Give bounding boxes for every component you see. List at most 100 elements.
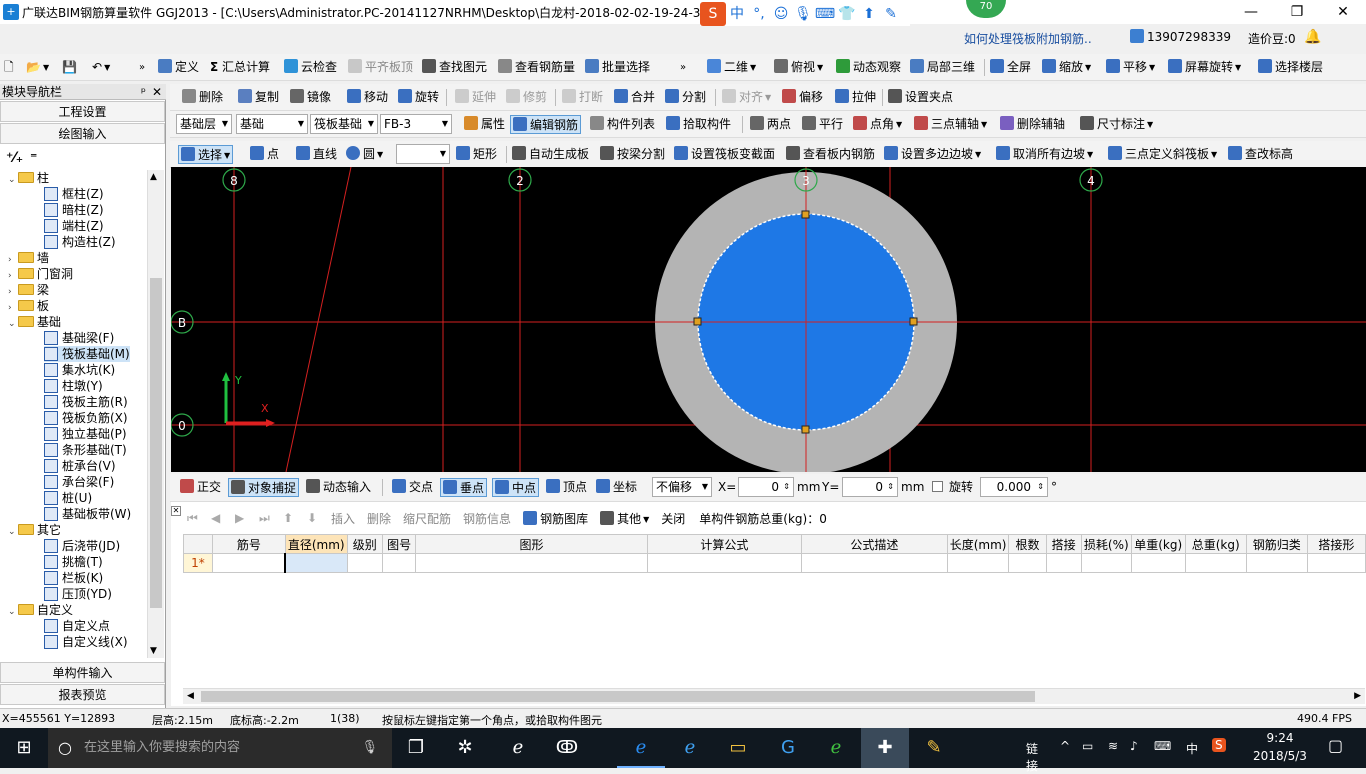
table-cell[interactable]	[801, 553, 948, 573]
table-cell[interactable]	[381, 553, 417, 573]
battery-icon[interactable]: ▭	[1082, 739, 1093, 753]
collapse-chevron-icon[interactable]: ⌄	[8, 524, 18, 540]
mirror-button[interactable]: 镜像	[290, 88, 331, 107]
tree-folder[interactable]: › 梁	[8, 282, 49, 298]
sogou-tray-icon[interactable]: S	[1212, 738, 1226, 752]
minimize-button[interactable]: —	[1228, 0, 1274, 24]
table-cell[interactable]	[1045, 553, 1082, 573]
tree-item[interactable]: 柱墩(Y)	[44, 378, 103, 394]
tree-scrollbar[interactable]: ▲ ▼	[147, 170, 164, 658]
app-g-icon[interactable]: ↂ	[543, 728, 591, 768]
overflow-chevron-icon[interactable]: »	[139, 58, 145, 77]
align-dropdown[interactable]: 对齐 ▼	[722, 88, 771, 107]
point-button[interactable]: 点	[250, 145, 279, 164]
table-cell[interactable]	[1306, 553, 1366, 573]
rotate-angle-input[interactable]: 0.000 ⇕	[980, 477, 1048, 497]
dynamic-view-button[interactable]: 动态观察	[836, 58, 901, 77]
first-record-icon[interactable]: ⏮	[187, 511, 211, 526]
delete-row-button[interactable]: 删除	[367, 510, 391, 527]
column-header[interactable]: 根数	[1008, 534, 1047, 554]
tree-item[interactable]: 自定义点	[44, 618, 110, 634]
column-header[interactable]: 长度(mm)	[946, 534, 1010, 554]
ime-toolbar[interactable]: S 中 °, ☺ 🎙 ⌨ 👕 ⬆ ✎	[700, 2, 910, 26]
column-header[interactable]: 图号	[381, 534, 417, 554]
input-lang[interactable]: 中	[1186, 740, 1198, 757]
tree-folder[interactable]: ⌄ 其它	[8, 522, 61, 538]
three-point-axis-dropdown[interactable]: 三点辅轴 ▼	[914, 115, 987, 134]
tree-item[interactable]: 条形基础(T)	[44, 442, 127, 458]
column-header[interactable]: 级别	[346, 534, 383, 554]
tree-item[interactable]: 筏板主筋(R)	[44, 394, 128, 410]
edit-rebar-button[interactable]: 编辑钢筋	[510, 115, 582, 134]
open-folder-icon[interactable]: 📂 ▼	[26, 58, 49, 77]
user-phone[interactable]: 13907298339	[1130, 29, 1231, 44]
clock-time[interactable]: 9:24	[1250, 731, 1310, 745]
tree-item[interactable]: 独立基础(P)	[44, 426, 127, 442]
top-view-dropdown[interactable]: 俯视 ▼	[774, 58, 823, 77]
dimension-dropdown[interactable]: 尺寸标注 ▼	[1080, 115, 1153, 134]
tree-folder[interactable]: ⌄ 自定义	[8, 602, 73, 618]
set-slope-dropdown[interactable]: 设置多边边坡 ▼	[884, 145, 981, 164]
dynamic-input-toggle[interactable]: 动态输入	[306, 478, 371, 497]
delete-axis-button[interactable]: 删除辅轴	[1000, 115, 1065, 134]
tree-item[interactable]: 筏板负筋(X)	[44, 410, 128, 426]
select-floor-button[interactable]: 选择楼层	[1258, 58, 1323, 77]
column-header[interactable]	[183, 534, 213, 554]
break-button[interactable]: 打断	[562, 88, 603, 107]
keyboard-tray-icon[interactable]: ⌨	[1154, 739, 1171, 753]
next-record-icon[interactable]: ▶	[235, 511, 259, 525]
define-button[interactable]: 定义	[158, 58, 199, 77]
rotate-button[interactable]: 旋转	[398, 88, 439, 107]
offset-mode-combo[interactable]: 不偏移 ▼	[652, 477, 712, 497]
table-cell[interactable]	[211, 553, 286, 573]
line-button[interactable]: 直线	[296, 145, 337, 164]
copy-button[interactable]: 复制	[238, 88, 279, 107]
project-settings-button[interactable]: 工程设置	[0, 101, 165, 122]
cloud-check-button[interactable]: 云检查	[284, 58, 337, 77]
toolbox-icon[interactable]: ⬆	[858, 2, 880, 26]
file-explorer-icon[interactable]: ▭	[714, 728, 762, 768]
column-header[interactable]: 直径(mm)	[284, 534, 348, 554]
canvas-svg[interactable]: 8 2 3 4 B 0 Y X	[171, 167, 1366, 472]
scale-config-button[interactable]: 缩尺配筋	[403, 510, 451, 527]
column-header[interactable]: 搭接形	[1306, 534, 1366, 554]
category-combo[interactable]: 筏板基础 ▼	[310, 114, 378, 134]
zoom-dropdown[interactable]: 缩放 ▼	[1042, 58, 1091, 77]
table-cell[interactable]	[284, 553, 348, 573]
level-slab-button[interactable]: 平齐板顶	[348, 58, 413, 77]
split-button[interactable]: 分割	[665, 88, 706, 107]
table-cell[interactable]	[1130, 553, 1186, 573]
rebar-table[interactable]: 筋号 直径(mm) 级别 图号 图形 计算公式 公式描述 长度(mm) 根数 搭接 损耗(%) 单重(…	[183, 534, 1366, 573]
report-preview-button[interactable]: 报表预览	[0, 684, 165, 705]
set-grip-button[interactable]: 设置夹点	[888, 88, 953, 107]
pan-dropdown[interactable]: 平移 ▼	[1106, 58, 1155, 77]
sum-button[interactable]: Σ 汇总计算	[210, 58, 270, 77]
column-header[interactable]: 图形	[415, 534, 648, 554]
undo-icon[interactable]: ↶ ▼	[92, 58, 110, 77]
column-header[interactable]: 公式描述	[801, 534, 948, 554]
ime-lang[interactable]: 中	[726, 2, 748, 26]
parallel-button[interactable]: 平行	[802, 115, 843, 134]
coord-snap[interactable]: 坐标	[596, 478, 637, 497]
point-angle-dropdown[interactable]: 点角 ▼	[853, 115, 902, 134]
tree-folder[interactable]: ⌄ 基础	[8, 314, 61, 330]
local-3d-button[interactable]: 局部三维	[910, 58, 975, 77]
vertex-snap[interactable]: 顶点	[546, 478, 587, 497]
task-view-icon[interactable]: ❐	[392, 728, 440, 768]
column-header[interactable]: 损耗(%)	[1080, 534, 1132, 554]
table-cell[interactable]	[415, 553, 648, 573]
column-header[interactable]: 总重(kg)	[1184, 534, 1247, 554]
component-combo[interactable]: FB-3 ▼	[380, 114, 452, 134]
offset-button[interactable]: 偏移	[782, 88, 823, 107]
object-snap-toggle[interactable]: 对象捕捉	[228, 478, 300, 497]
cancel-slope-dropdown[interactable]: 取消所有边坡 ▼	[996, 145, 1093, 164]
column-header[interactable]: 搭接	[1045, 534, 1082, 554]
tree-folder[interactable]: › 板	[8, 298, 49, 314]
volume-icon[interactable]: ♪	[1130, 739, 1138, 753]
sogou-ime-icon[interactable]: S	[700, 2, 726, 26]
table-row[interactable]: 1*	[183, 553, 1366, 573]
last-record-icon[interactable]: ⏭	[259, 511, 283, 526]
tree-item[interactable]: 框柱(Z)	[44, 186, 104, 202]
table-cell[interactable]	[1245, 553, 1308, 573]
maximize-button[interactable]: ❐	[1274, 0, 1320, 24]
